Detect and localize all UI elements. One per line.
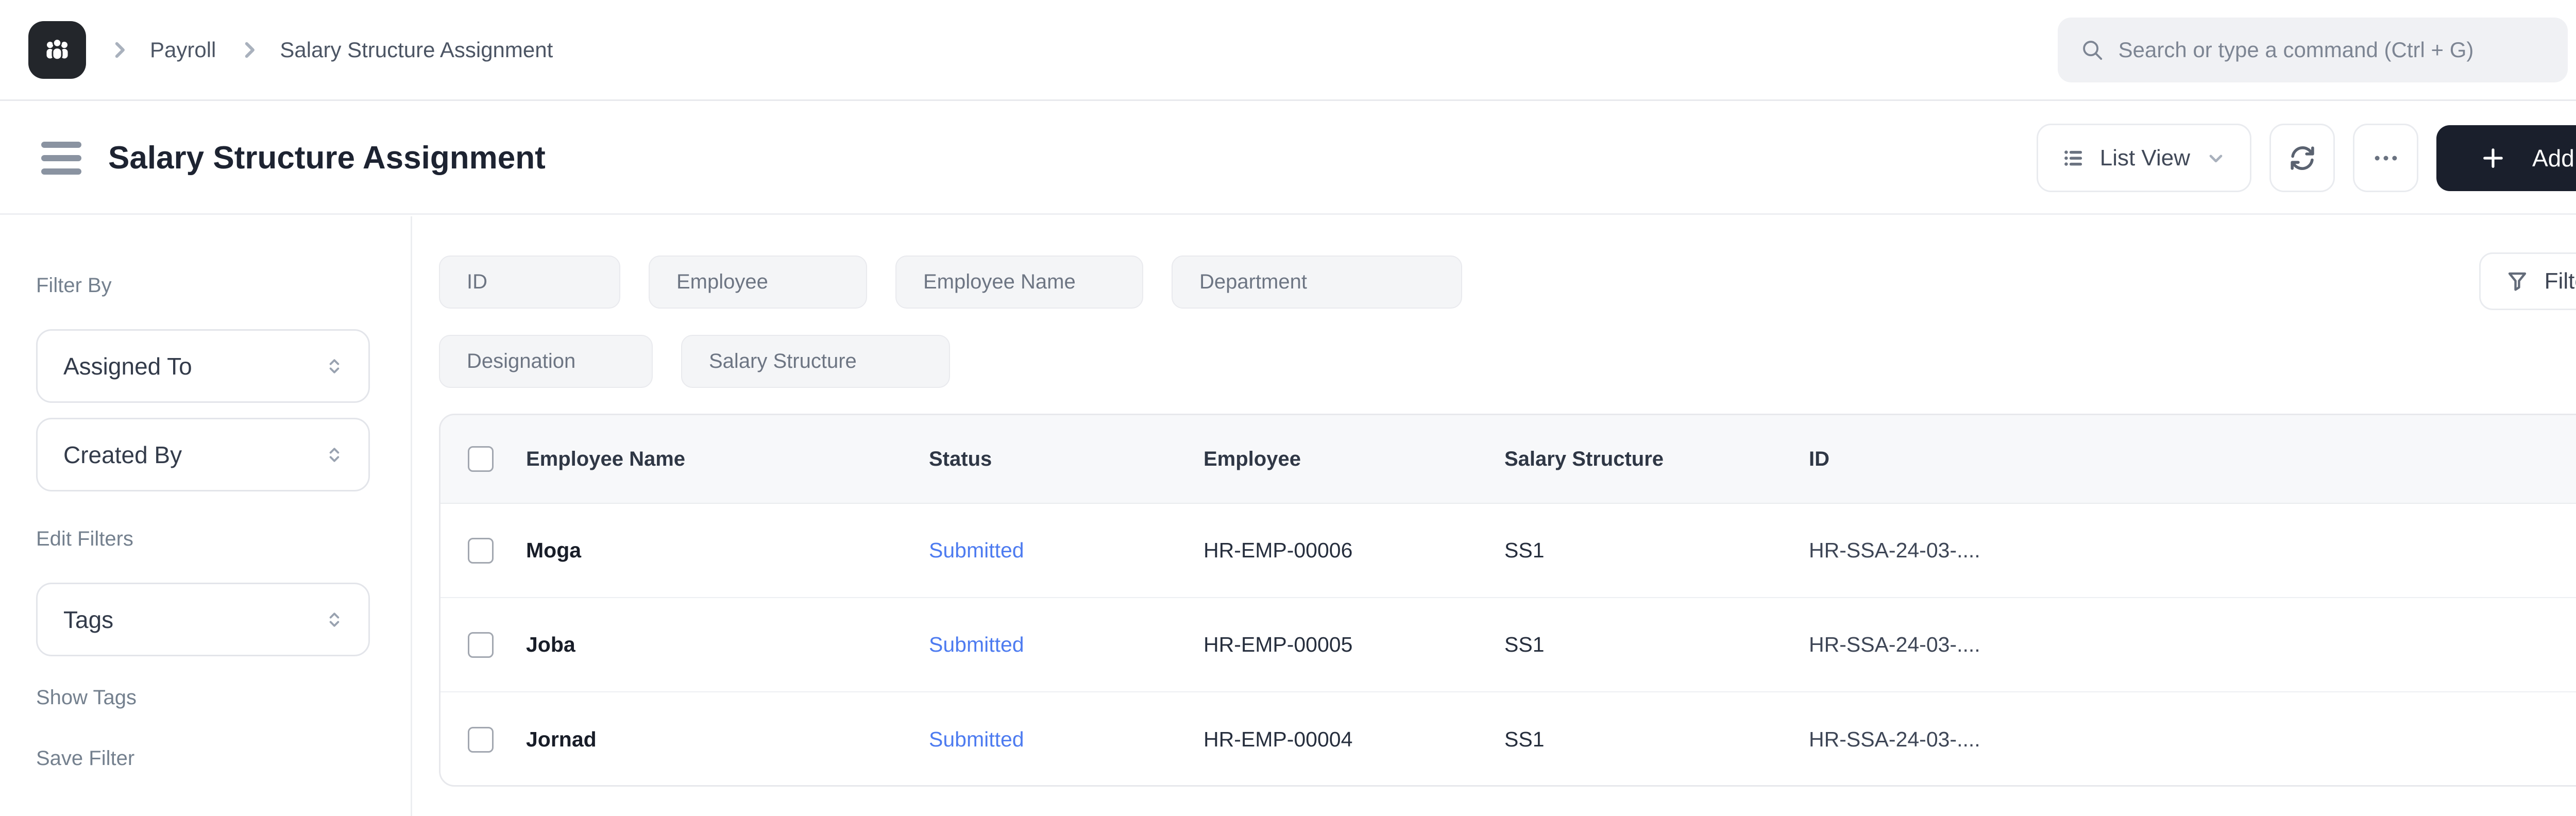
ellipsis-icon	[2372, 144, 2400, 172]
select-updown-icon	[323, 608, 346, 631]
view-switcher-button[interactable]: List View	[2036, 124, 2251, 192]
show-tags-link[interactable]: Show Tags	[36, 686, 370, 709]
column-header-id: ID	[1809, 447, 1829, 470]
page-header: Salary Structure Assignment List View Ad…	[0, 103, 2576, 215]
cell-employee-name: Jornad	[526, 727, 597, 751]
chevron-down-icon	[2206, 148, 2226, 168]
filter-field-employee-name[interactable]: Employee Name	[895, 256, 1143, 309]
table-row[interactable]: Moga Submitted HR-EMP-00006 SS1 HR-SSA-2…	[440, 504, 2576, 598]
filter-field-designation[interactable]: Designation	[439, 335, 653, 388]
add-button-label: Add Salary Structure Assignment	[2532, 144, 2576, 172]
app-window: Payroll Salary Structure Assignment Sear…	[0, 0, 2576, 816]
edit-filters-link[interactable]: Edit Filters	[36, 528, 370, 551]
column-header-salary-structure: Salary Structure	[1504, 447, 1664, 470]
cell-salary-structure: SS1	[1504, 633, 1545, 656]
chevron-right-icon	[239, 39, 260, 61]
list-view-icon	[2062, 146, 2086, 170]
hr-app-logo[interactable]	[28, 21, 86, 79]
chevron-right-icon	[109, 39, 130, 61]
filter-sort-controls: Filter Last Updated On	[2479, 252, 2576, 310]
filter-fields-row-1: ID Employee Employee Name Department	[439, 256, 1462, 309]
add-salary-structure-assignment-button[interactable]: Add Salary Structure Assignment	[2436, 125, 2576, 191]
table-header-row: Employee Name Status Employee Salary Str…	[440, 415, 2576, 504]
table-row[interactable]: Joba Submitted HR-EMP-00005 SS1 HR-SSA-2…	[440, 598, 2576, 692]
cell-employee: HR-EMP-00004	[1204, 727, 1353, 751]
refresh-button[interactable]	[2269, 124, 2335, 192]
breadcrumb-page[interactable]: Salary Structure Assignment	[280, 38, 553, 62]
row-checkbox[interactable]	[468, 632, 494, 658]
top-navbar: Payroll Salary Structure Assignment Sear…	[0, 0, 2576, 101]
filter-field-employee[interactable]: Employee	[649, 256, 867, 309]
assigned-to-select[interactable]: Assigned To	[36, 329, 370, 403]
filter-field-department[interactable]: Department	[1172, 256, 1462, 309]
cell-salary-structure: SS1	[1504, 538, 1545, 562]
breadcrumb-app[interactable]: Payroll	[150, 38, 216, 62]
cell-id: HR-SSA-24-03-....	[1809, 538, 1980, 562]
select-updown-icon	[323, 355, 346, 378]
people-icon	[41, 33, 74, 66]
assigned-to-value: Assigned To	[63, 352, 192, 380]
cell-employee: HR-EMP-00006	[1204, 538, 1353, 562]
save-filter-link[interactable]: Save Filter	[36, 747, 370, 770]
created-by-select[interactable]: Created By	[36, 418, 370, 491]
cell-employee: HR-EMP-00005	[1204, 633, 1353, 656]
table-row[interactable]: Jornad Submitted HR-EMP-00004 SS1 HR-SSA…	[440, 692, 2576, 785]
cell-salary-structure: SS1	[1504, 727, 1545, 751]
view-switcher-label: List View	[2099, 145, 2190, 171]
cell-employee-name: Moga	[526, 538, 582, 562]
refresh-icon	[2288, 144, 2317, 173]
menu-ellipsis-button[interactable]	[2353, 124, 2418, 192]
row-checkbox[interactable]	[468, 726, 494, 753]
funnel-icon	[2505, 269, 2529, 293]
cell-status[interactable]: Submitted	[929, 633, 1204, 657]
search-placeholder: Search or type a command (Ctrl + G)	[2118, 37, 2474, 62]
plus-icon	[2480, 145, 2506, 172]
filter-by-label: Filter By	[36, 274, 112, 297]
cell-employee-name: Joba	[526, 633, 575, 656]
select-updown-icon	[323, 444, 346, 466]
page-title: Salary Structure Assignment	[108, 140, 546, 176]
global-search-input[interactable]: Search or type a command (Ctrl + G)	[2057, 17, 2568, 82]
filter-field-id[interactable]: ID	[439, 256, 620, 309]
cell-id: HR-SSA-24-03-....	[1809, 727, 1980, 751]
column-header-status: Status	[929, 447, 992, 470]
filter-button-label: Filter	[2544, 268, 2576, 294]
filter-fields-row-2: Designation Salary Structure	[439, 335, 950, 388]
cell-id: HR-SSA-24-03-....	[1809, 633, 1980, 656]
filter-button[interactable]: Filter	[2479, 252, 2576, 310]
column-header-employee-name: Employee Name	[526, 447, 686, 470]
cell-status[interactable]: Submitted	[929, 727, 1204, 752]
sidebar-toggle-icon[interactable]	[41, 141, 81, 175]
row-checkbox[interactable]	[468, 537, 494, 564]
filter-field-salary-structure[interactable]: Salary Structure	[681, 335, 950, 388]
select-all-checkbox[interactable]	[468, 446, 494, 472]
cell-status[interactable]: Submitted	[929, 538, 1204, 563]
list-view-main: ID Employee Employee Name Department Des…	[412, 216, 2576, 816]
tags-select[interactable]: Tags	[36, 583, 370, 656]
list-sidebar: Filter By Assigned To Created By Edit Fi…	[0, 216, 412, 816]
column-header-employee: Employee	[1204, 447, 1301, 470]
created-by-value: Created By	[63, 441, 182, 468]
search-icon	[2080, 38, 2104, 62]
tags-value: Tags	[63, 606, 114, 633]
list-table-card: Employee Name Status Employee Salary Str…	[439, 414, 2576, 787]
